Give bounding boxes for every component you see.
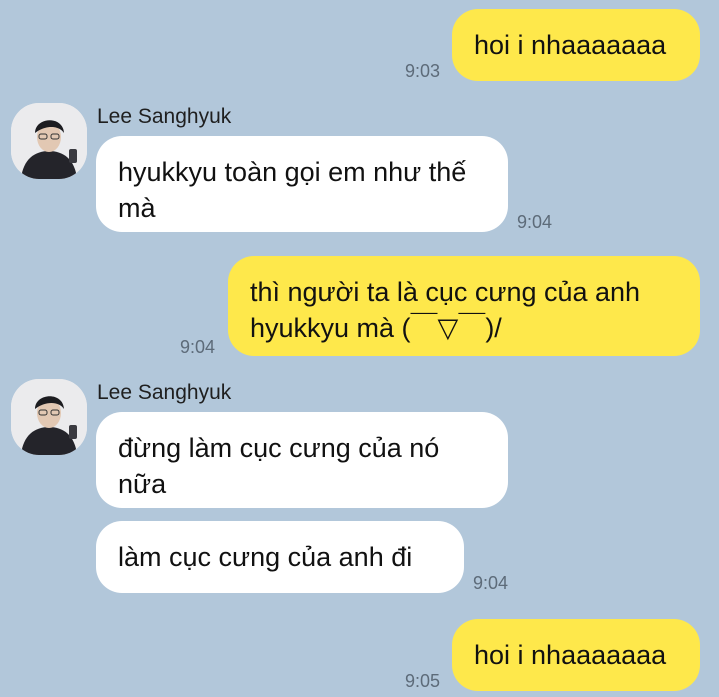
message-bubble-outgoing[interactable]: hoi i nhaaaaaaa (452, 619, 700, 691)
sender-name: Lee Sanghyuk (97, 381, 232, 404)
sender-name: Lee Sanghyuk (97, 105, 232, 128)
avatar-icon (11, 103, 87, 179)
message-bubble-outgoing[interactable]: thì người ta là cục cưng của anh hyukkyu… (228, 256, 700, 356)
message-bubble-incoming[interactable]: làm cục cưng của anh đi (96, 521, 464, 593)
message-timestamp: 9:04 (473, 573, 509, 593)
sender-avatar[interactable] (11, 379, 87, 455)
message-bubble-incoming[interactable]: hyukkyu toàn gọi em như thế mà (96, 136, 508, 232)
sender-avatar[interactable] (11, 103, 87, 179)
message-timestamp: 9:05 (405, 671, 441, 691)
avatar-icon (11, 379, 87, 455)
message-bubble-incoming[interactable]: đừng làm cục cưng của nó nữa (96, 412, 508, 508)
message-timestamp: 9:04 (517, 212, 553, 232)
message-timestamp: 9:03 (405, 61, 441, 81)
message-timestamp: 9:04 (180, 337, 216, 357)
message-bubble-outgoing[interactable]: hoi i nhaaaaaaa (452, 9, 700, 81)
